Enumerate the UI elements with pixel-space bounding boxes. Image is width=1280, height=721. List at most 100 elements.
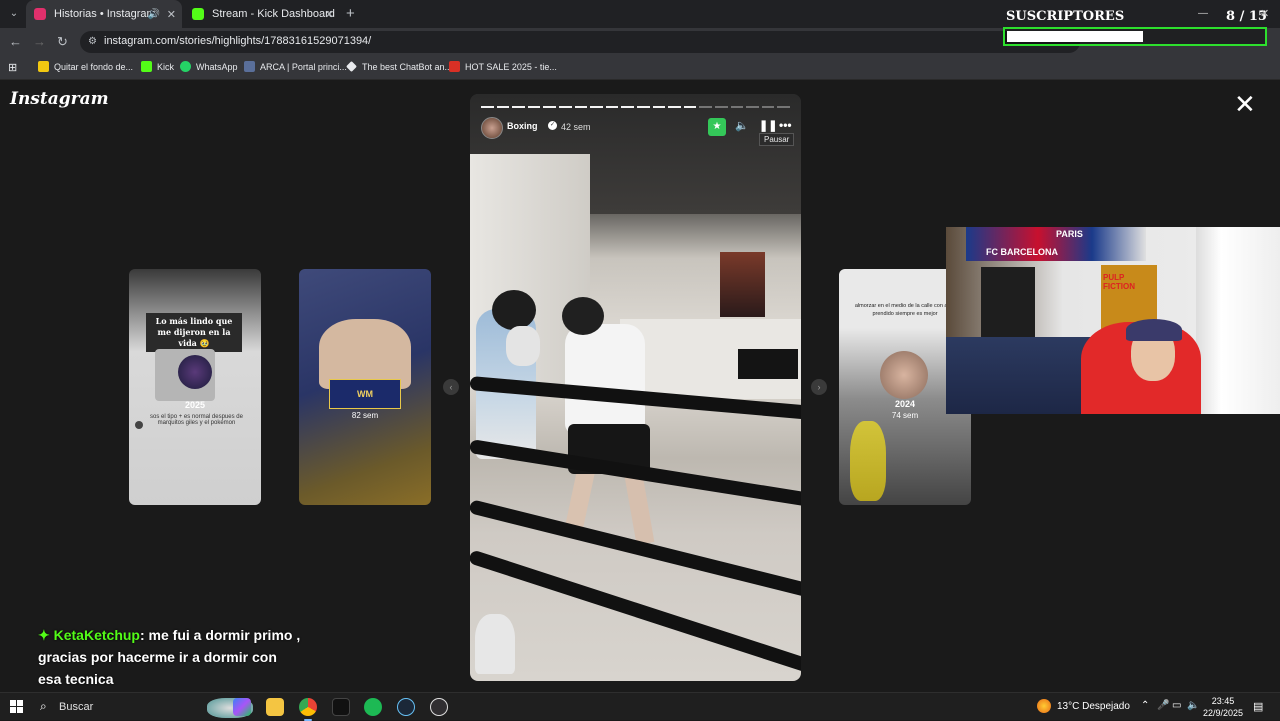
chrome-icon[interactable]	[299, 698, 317, 721]
tab-title: Historias • Instagram	[54, 8, 156, 20]
side-story-age: 82 sem	[351, 411, 379, 420]
bookmark-item[interactable]: The best ChatBot an...	[346, 61, 452, 72]
pause-icon[interactable]: ❚❚	[759, 119, 777, 132]
tab-title: Stream - Kick Dashboard	[212, 8, 335, 20]
close-tab-icon[interactable]: ✕	[167, 8, 176, 21]
close-viewer-icon[interactable]: ✕	[1234, 91, 1256, 117]
story-progress-segment	[512, 106, 525, 108]
bookmark-item[interactable]: HOT SALE 2025 - tie...	[449, 61, 557, 72]
story-progress-segment	[621, 106, 634, 108]
bookmark-item[interactable]: Kick	[141, 61, 174, 72]
tab-search-chevron-icon[interactable]: ⌄	[6, 6, 22, 22]
close-tab-icon[interactable]: ✕	[325, 8, 334, 21]
notifications-icon[interactable]: ▤	[1253, 700, 1263, 713]
tray-chevron-up-icon[interactable]: ⌃	[1141, 700, 1149, 711]
close-window-icon[interactable]: ✕	[1260, 7, 1269, 20]
bookmark-favicon-icon	[244, 61, 255, 72]
weather-text[interactable]: 13°C Despejado	[1057, 701, 1130, 712]
bookmark-label: Kick	[157, 61, 175, 72]
minimize-window-icon[interactable]: —	[1198, 8, 1208, 19]
bookmark-favicon-icon	[346, 61, 357, 72]
story-progress-segment	[605, 106, 619, 108]
bookmark-label: The best ChatBot an...	[362, 61, 453, 72]
kick-badge-icon: ✦	[38, 627, 50, 643]
close-friends-star-icon[interactable]: ★	[708, 118, 726, 136]
side-story-avatar	[880, 351, 928, 399]
story-progress-segment	[699, 106, 712, 108]
site-info-icon[interactable]: ⚙	[88, 36, 97, 47]
side-story-avatar-dot	[135, 421, 143, 429]
story-boxer-left-head	[492, 290, 536, 330]
reload-icon[interactable]: ↻	[57, 34, 68, 50]
taskbar-search[interactable]: ⌕ Buscar	[32, 696, 253, 718]
chat-message: ✦ KetaKetchup: me fui a dormir primo , g…	[38, 624, 303, 690]
bookmark-item[interactable]: ARCA | Portal princi...	[244, 61, 347, 72]
story-progress-segment	[558, 106, 572, 108]
more-options-icon[interactable]: •••	[779, 118, 792, 132]
obs-icon[interactable]	[430, 698, 448, 716]
clock-date[interactable]: 22/9/2025	[1201, 708, 1245, 718]
side-story-preview[interactable]: WM	[299, 269, 431, 505]
new-tab-button[interactable]: +	[346, 5, 355, 22]
story-age: 42 sem	[561, 122, 591, 132]
spotify-icon[interactable]	[364, 698, 382, 716]
kick-favicon-icon	[192, 8, 204, 20]
back-arrow-icon[interactable]: ←	[9, 34, 22, 49]
story-progress-segment	[668, 106, 681, 108]
apps-grid-icon[interactable]: ⊞	[8, 61, 17, 74]
network-icon[interactable]: ▭	[1172, 700, 1181, 711]
story-progress-segment	[590, 106, 603, 108]
story-progress-segment	[761, 106, 775, 108]
story-scene-poster	[720, 252, 765, 317]
bookmark-favicon-icon	[38, 61, 49, 72]
address-bar[interactable]: ⚙ instagram.com/stories/highlights/17883…	[80, 31, 1080, 53]
story-header: Boxing ✓ 42 sem ★ 🔈 ❚❚ •••	[481, 116, 792, 140]
chat-username: KetaKetchup	[53, 627, 140, 643]
story-progress-segment	[730, 106, 744, 108]
story-progress-segment	[683, 106, 697, 108]
current-story[interactable]: Boxing ✓ 42 sem ★ 🔈 ❚❚ •••	[470, 94, 801, 681]
side-story-subtext: sos el tipo + es normal despues de marqu…	[150, 414, 243, 426]
subscribers-progress-fill	[1007, 31, 1143, 42]
story-progress-segment	[714, 106, 728, 108]
story-username[interactable]: Boxing	[507, 121, 538, 131]
story-scene-screen	[738, 349, 798, 379]
url-text[interactable]: instagram.com/stories/highlights/1788316…	[104, 35, 371, 47]
next-story-chevron-icon[interactable]: ›	[811, 379, 827, 395]
tab-instagram[interactable]: Historias • Instagram 🔊 ✕	[26, 0, 182, 28]
bookmark-favicon-icon	[449, 61, 460, 72]
story-boxer-left-glove	[506, 326, 540, 366]
steam-icon[interactable]	[397, 698, 415, 716]
story-progress-segment	[496, 106, 510, 108]
windows-taskbar: ⌕ Buscar 13°C Despejado ⌃ 🎤 ▭ 🔈 23:45 22…	[0, 692, 1280, 721]
microphone-icon[interactable]: 🎤	[1157, 700, 1169, 711]
bookmark-item[interactable]: WhatsApp	[180, 61, 238, 72]
weather-icon[interactable]	[1037, 699, 1051, 713]
tiktok-icon[interactable]	[332, 698, 350, 716]
bookmark-label: HOT SALE 2025 - tie...	[465, 61, 557, 72]
clock-time[interactable]: 23:45	[1208, 696, 1238, 706]
subscribers-title: SUSCRIPTORES	[1006, 9, 1125, 24]
story-progress-segment	[777, 106, 790, 108]
file-explorer-icon[interactable]	[266, 698, 284, 716]
volume-icon[interactable]: 🔈	[735, 119, 749, 132]
windows-start-icon[interactable]	[10, 700, 24, 714]
bookmarks-bar: ⊞ Quitar el fondo de... Kick WhatsApp AR…	[0, 56, 1280, 80]
side-story-avatar	[178, 355, 212, 389]
tab-kick-dashboard[interactable]: Stream - Kick Dashboard ✕	[184, 0, 340, 28]
story-progress-segment	[527, 106, 541, 108]
speaker-icon[interactable]: 🔊	[148, 9, 160, 20]
copilot-icon[interactable]	[233, 698, 251, 716]
story-progress-segment	[746, 106, 759, 108]
bookmark-label: Quitar el fondo de...	[54, 61, 134, 72]
previous-story-chevron-icon[interactable]: ‹	[443, 379, 459, 395]
instagram-logo[interactable]: Instagram	[10, 89, 109, 109]
volume-tray-icon[interactable]: 🔈	[1187, 700, 1199, 711]
bookmark-item[interactable]: Quitar el fondo de...	[38, 61, 133, 72]
search-icon: ⌕	[40, 699, 47, 713]
webcam-label-club: FC BARCELONA	[986, 247, 1058, 257]
forward-arrow-icon[interactable]: →	[33, 34, 46, 49]
verified-check-icon: ✓	[548, 121, 557, 130]
story-avatar[interactable]	[481, 117, 503, 139]
story-boxer-right-head	[562, 297, 604, 335]
